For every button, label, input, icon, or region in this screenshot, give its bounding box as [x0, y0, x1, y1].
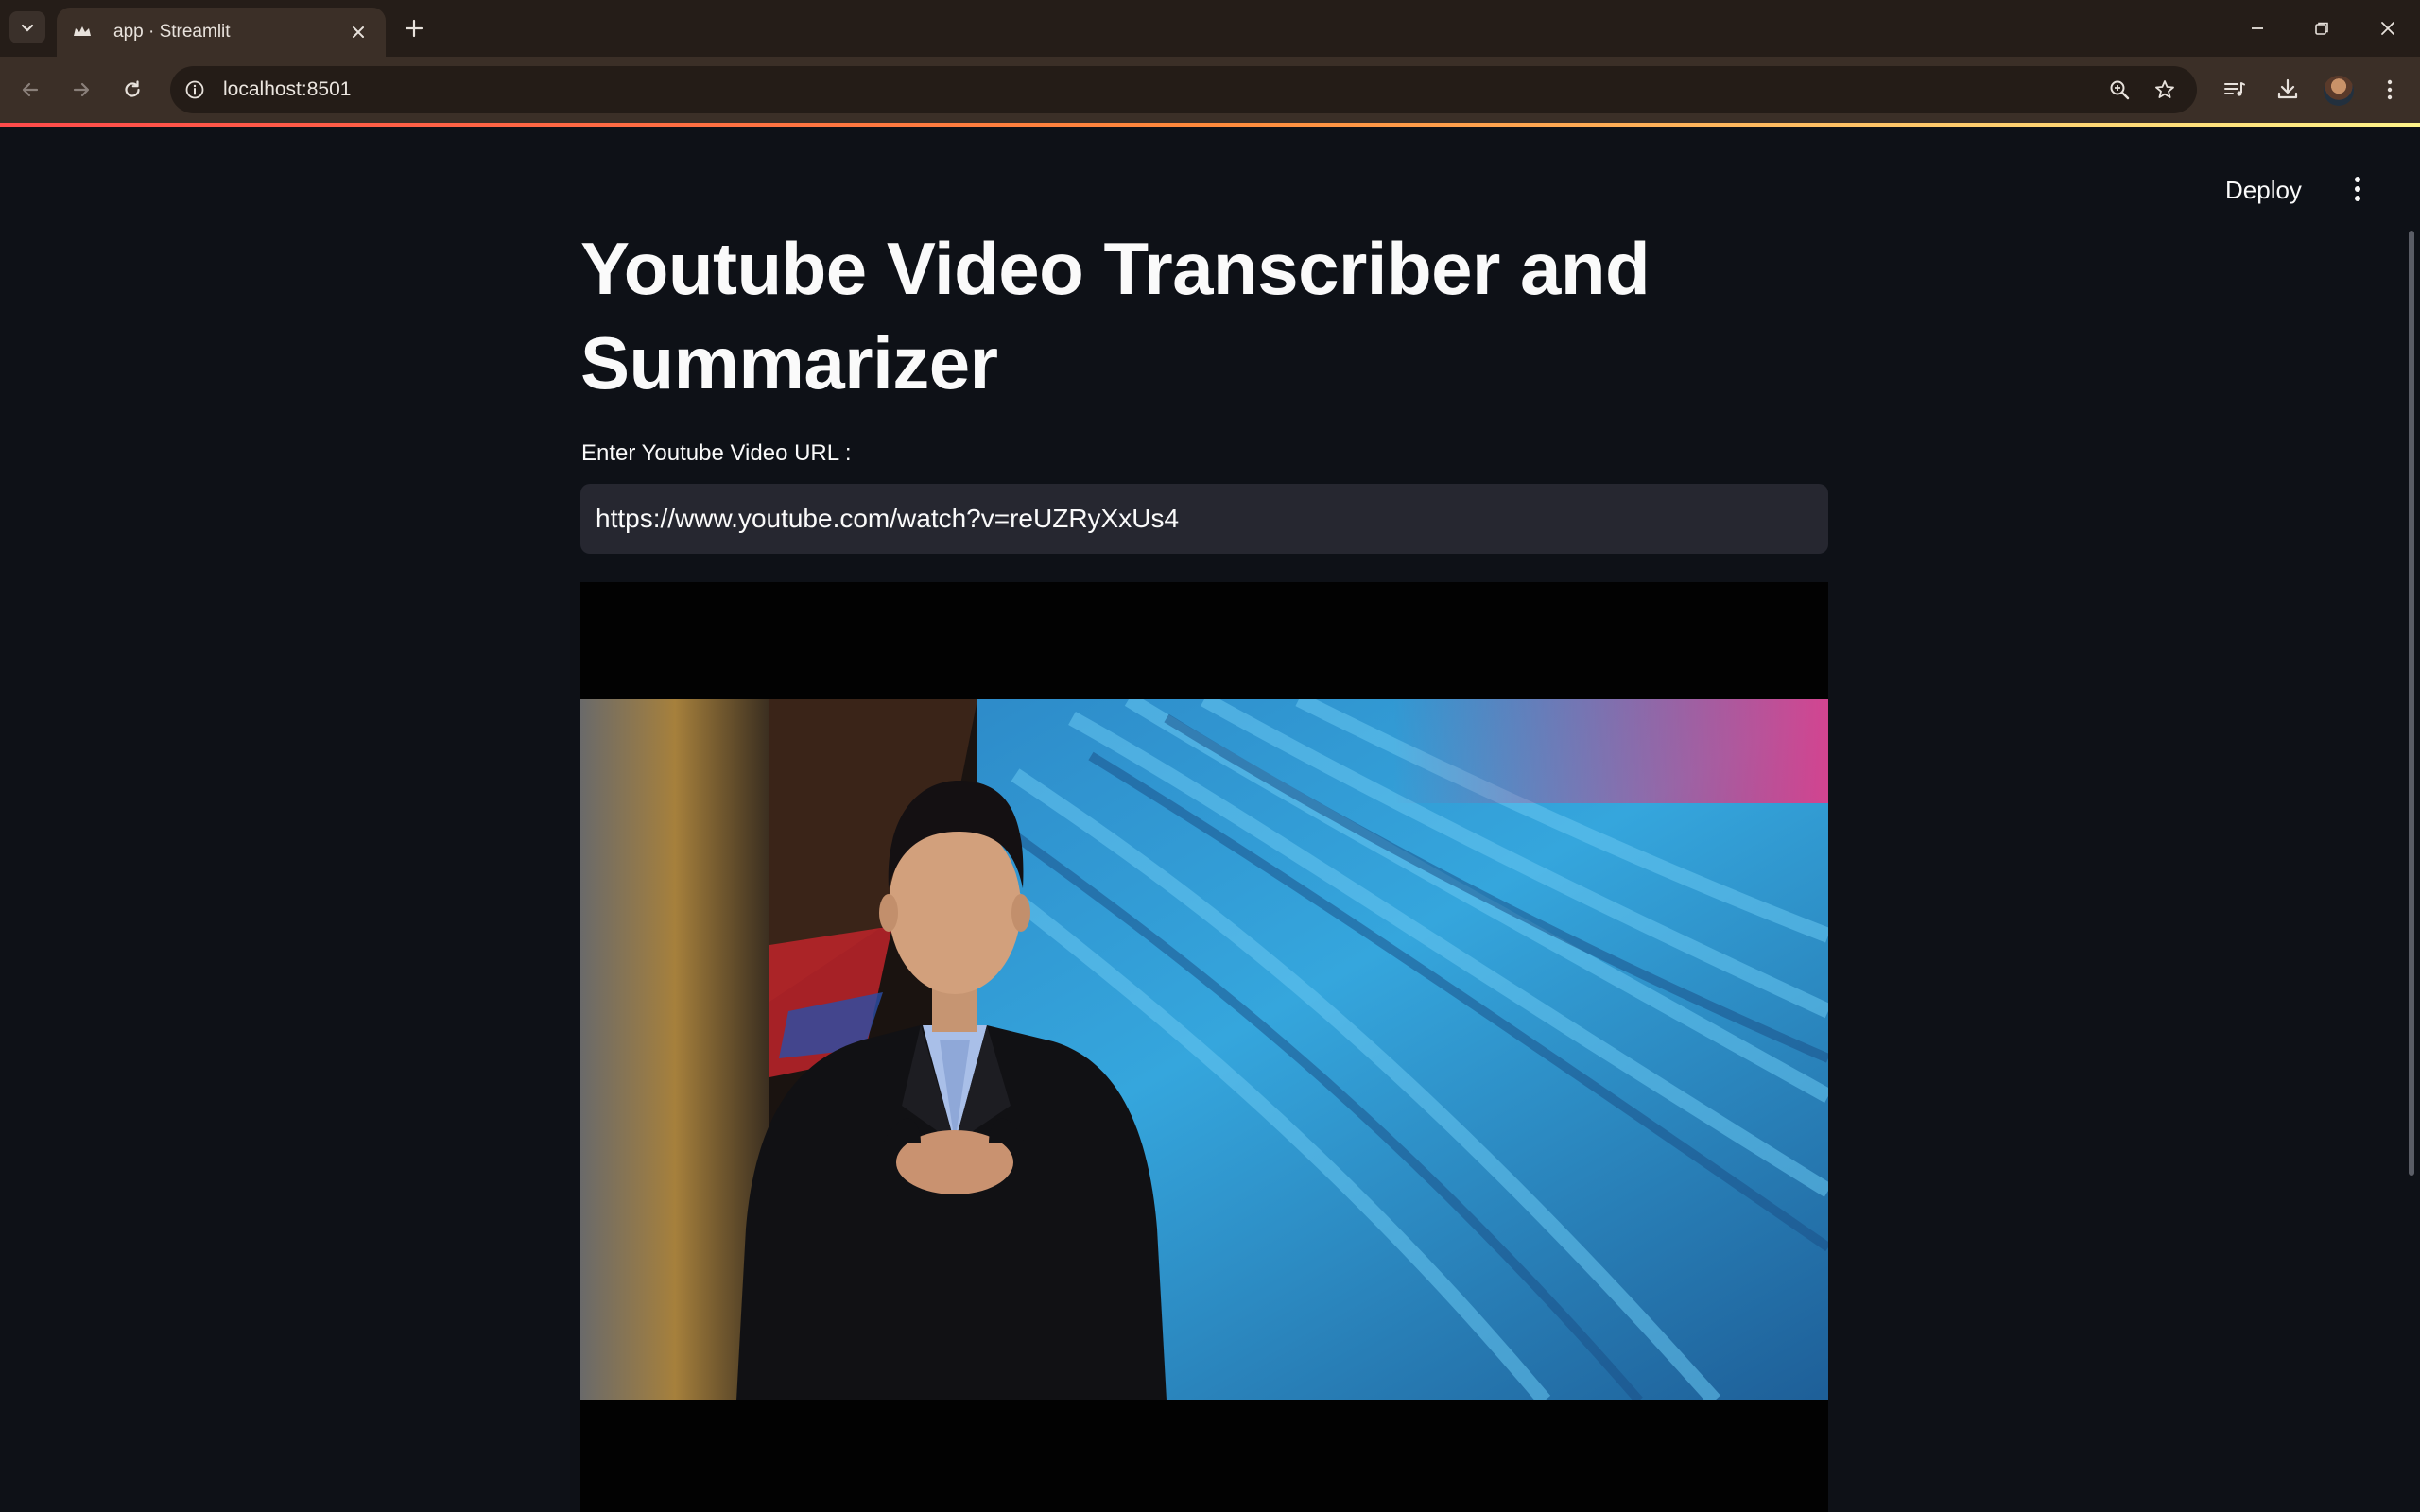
main-menu-button[interactable] [2339, 168, 2377, 210]
reload-button[interactable] [115, 73, 149, 107]
video-thumbnail[interactable] [580, 582, 1828, 1512]
tab-close-button[interactable] [346, 20, 371, 44]
kebab-menu-icon [2355, 177, 2360, 201]
address-bar-url: localhost:8501 [223, 78, 352, 100]
info-icon[interactable] [182, 77, 208, 103]
zoom-icon[interactable] [2106, 77, 2133, 103]
youtube-url-input[interactable] [580, 484, 1828, 554]
close-window-button[interactable] [2367, 9, 2409, 47]
streamlit-crown-icon [72, 22, 93, 43]
minimize-icon [2252, 27, 2263, 29]
restore-button[interactable] [2301, 9, 2342, 47]
tab-title: app · Streamlit [113, 22, 231, 42]
close-icon [2381, 22, 2394, 35]
star-icon[interactable] [2152, 77, 2178, 103]
browser-menu-button[interactable] [2373, 73, 2407, 107]
browser-tab-strip: app · Streamlit [0, 0, 2420, 57]
page-scrollbar[interactable] [2409, 231, 2414, 1176]
speaker-photo [580, 699, 1828, 1400]
address-bar[interactable]: localhost:8501 [170, 66, 2197, 113]
browser-tab-active[interactable]: app · Streamlit [57, 8, 386, 57]
profile-avatar[interactable] [2324, 76, 2354, 106]
deploy-button[interactable]: Deploy [2212, 170, 2315, 211]
minimize-button[interactable] [2237, 9, 2278, 47]
media-queue-icon[interactable] [2218, 73, 2252, 107]
reload-icon [125, 80, 140, 97]
restore-icon [2315, 22, 2328, 35]
streamlit-app: Deploy Youtube Video Transcriber and Sum… [0, 127, 2420, 1512]
back-button[interactable] [13, 73, 47, 107]
browser-toolbar: localhost:8501 [0, 57, 2420, 123]
chevron-down-icon [21, 24, 34, 32]
download-icon[interactable] [2271, 73, 2305, 107]
close-icon [353, 26, 364, 38]
kebab-menu-icon [2387, 79, 2393, 100]
arrow-right-icon [73, 82, 90, 97]
arrow-left-icon [22, 82, 39, 97]
url-input-label: Enter Youtube Video URL : [581, 440, 852, 466]
page-title: Youtube Video Transcriber and Summarizer [580, 227, 1651, 404]
new-tab-button[interactable] [399, 13, 429, 43]
plus-icon [405, 19, 424, 38]
tab-search-button[interactable] [9, 11, 45, 43]
forward-button[interactable] [64, 73, 98, 107]
